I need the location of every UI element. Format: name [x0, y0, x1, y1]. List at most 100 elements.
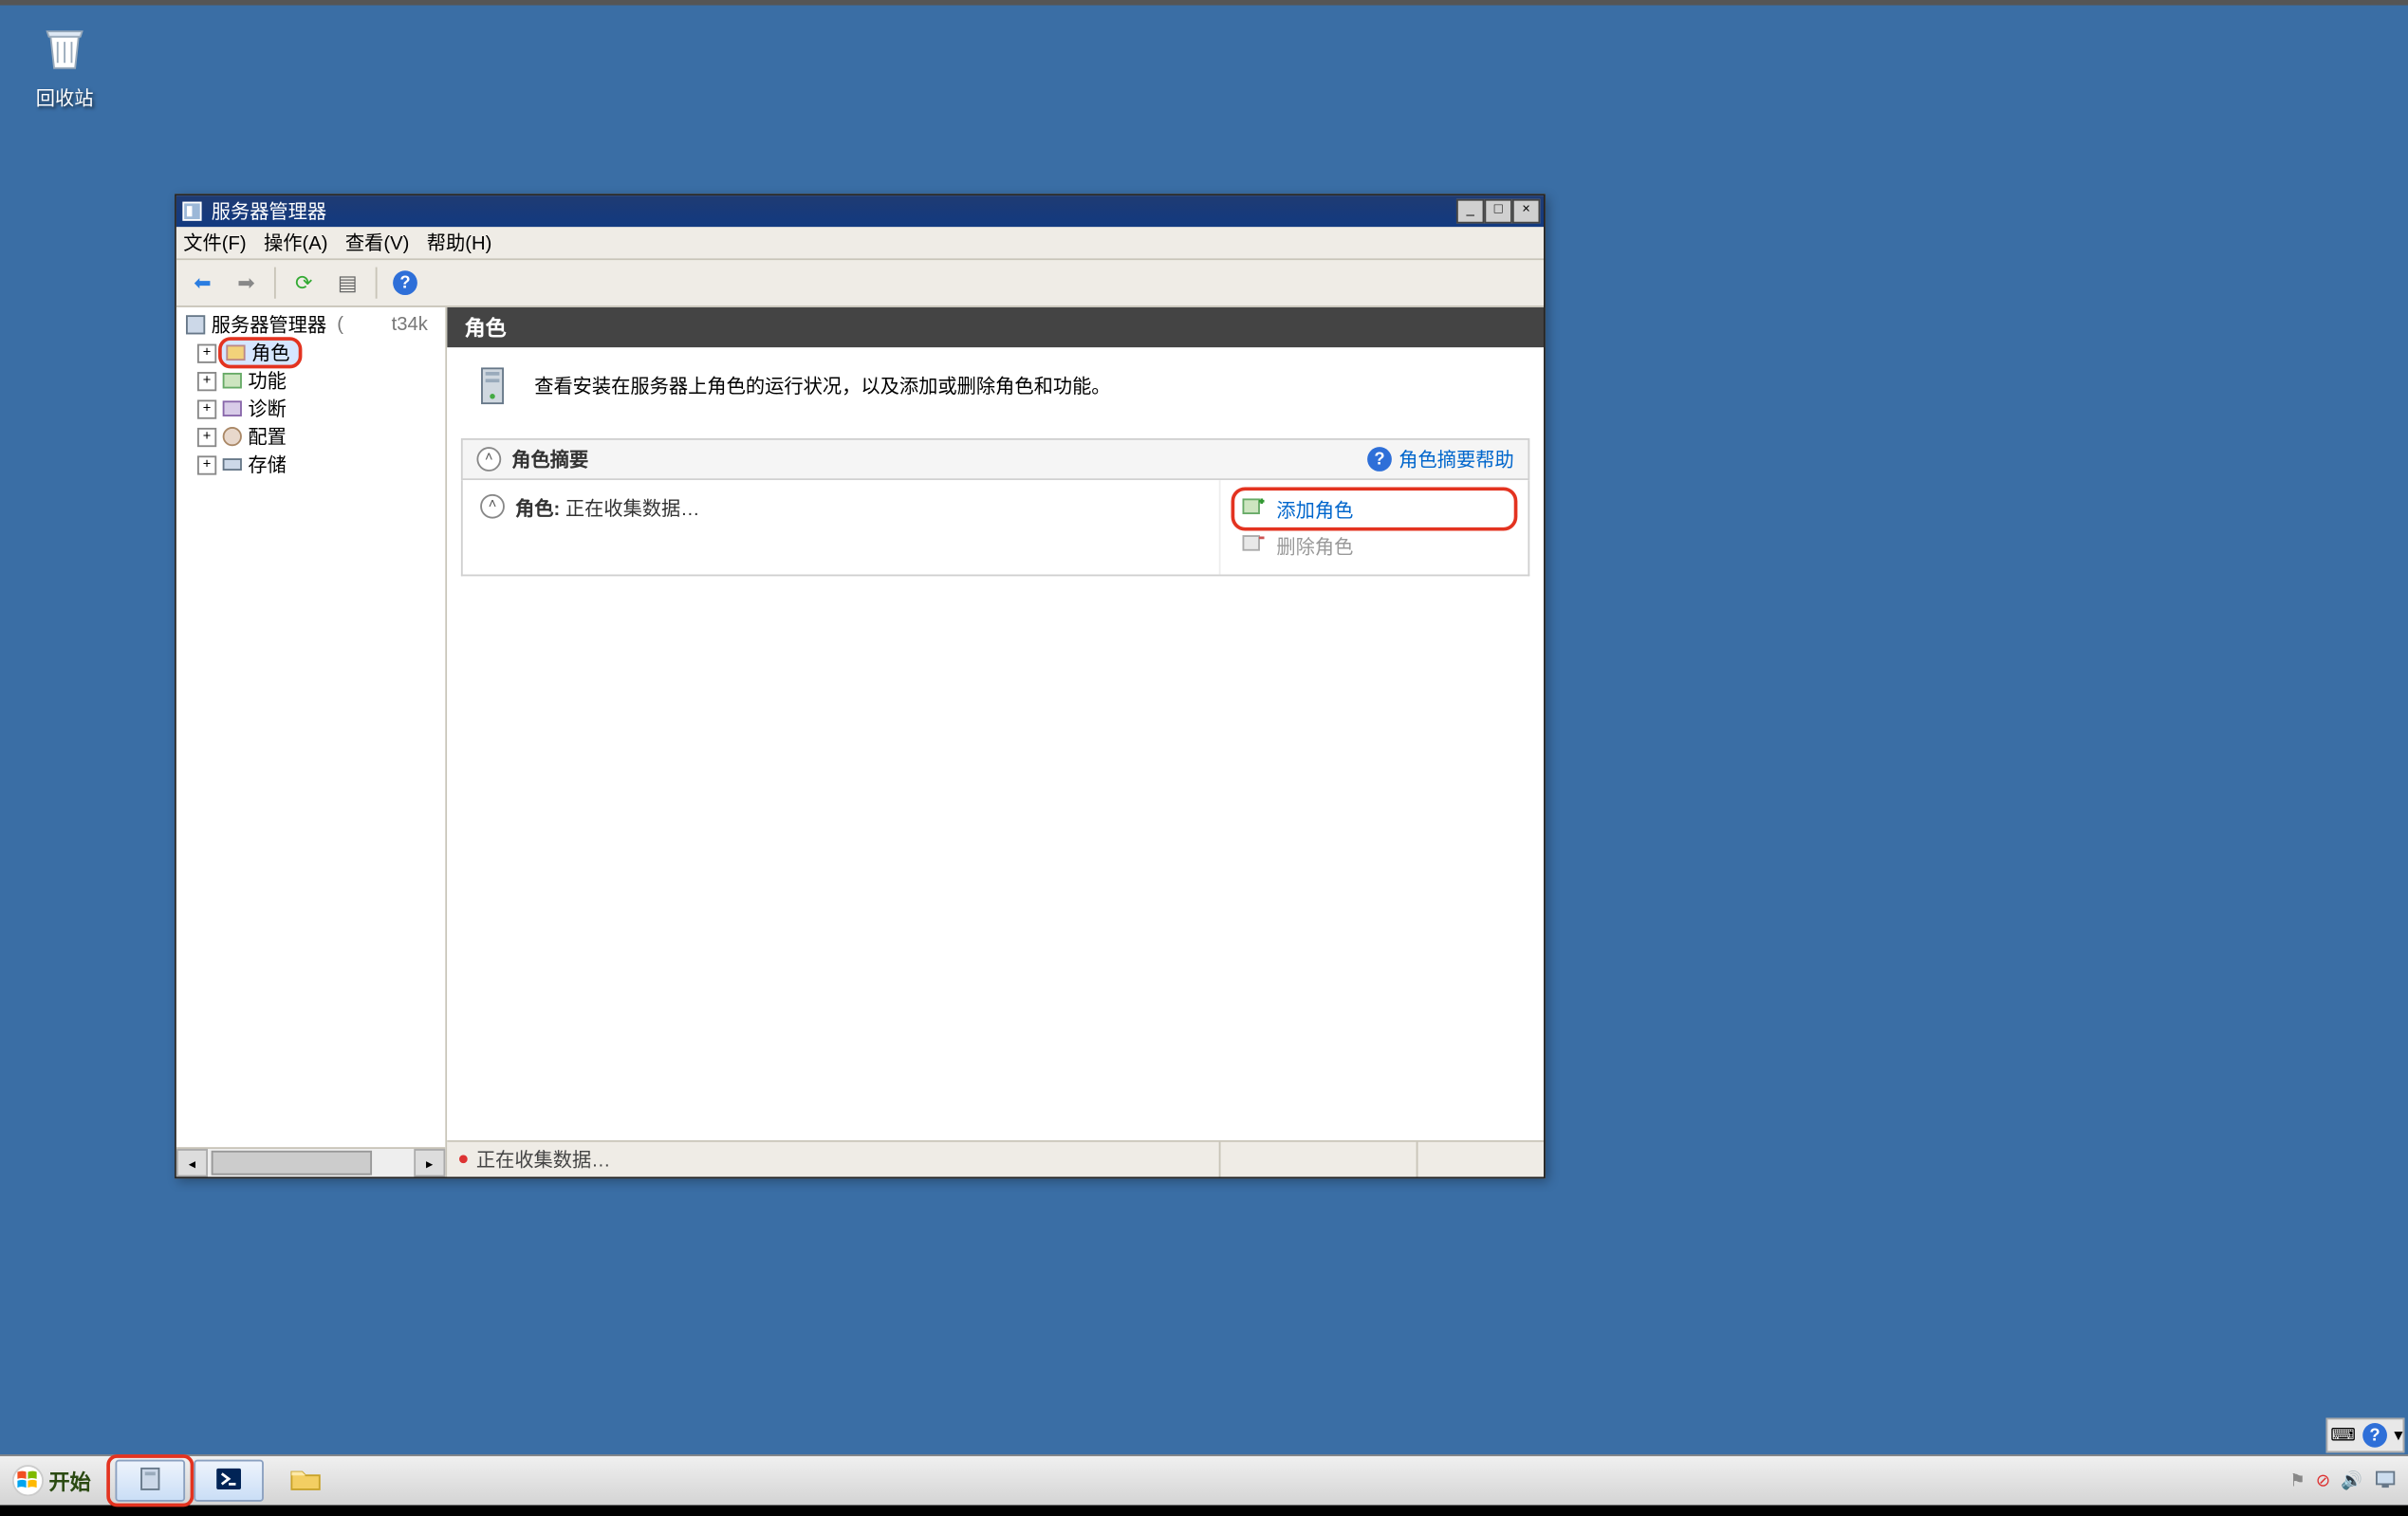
storage-icon: [220, 453, 245, 477]
toolbar: ⬅ ➡ ⟳ ▤ ?: [176, 260, 1544, 307]
tree-item-storage[interactable]: + 存储: [180, 451, 442, 478]
tray-network-icon[interactable]: [2373, 1466, 2398, 1495]
collapse-icon[interactable]: ˄: [476, 447, 501, 471]
roles-label: 角色:: [515, 499, 560, 520]
tray-alert-icon[interactable]: ⊘: [2316, 1471, 2330, 1490]
system-tray[interactable]: ⚑ ⊘ 🔊: [2279, 1466, 2408, 1495]
server-tower-icon: [468, 361, 517, 411]
tree-root-suffix: ( t34k: [337, 314, 428, 335]
task-explorer[interactable]: [270, 1460, 341, 1502]
menubar: 文件(F) 操作(A) 查看(V) 帮助(H): [176, 227, 1544, 260]
window-title: 服务器管理器: [212, 197, 1456, 225]
refresh-icon: ⟳: [295, 270, 313, 295]
server-manager-window: 服务器管理器 _ □ × 文件(F) 操作(A) 查看(V) 帮助(H) ⬅ ➡…: [175, 194, 1546, 1178]
start-button[interactable]: 开始: [6, 1461, 105, 1499]
task-powershell[interactable]: [194, 1460, 264, 1502]
menu-file[interactable]: 文件(F): [183, 229, 246, 256]
add-roles-label: 添加角色: [1276, 495, 1353, 523]
expand-icon[interactable]: +: [197, 427, 216, 446]
arrow-left-icon: ⬅: [194, 270, 212, 295]
diagnostics-icon: [220, 397, 245, 421]
scroll-thumb[interactable]: [212, 1151, 372, 1175]
statusbar-cell: [1417, 1142, 1544, 1177]
tray-flag-icon[interactable]: ⚑: [2289, 1471, 2306, 1490]
remove-roles-link[interactable]: 删除角色: [1234, 527, 1513, 564]
recycle-bin[interactable]: 回收站: [21, 19, 108, 112]
pane-header: 角色: [447, 307, 1544, 347]
server-manager-icon: [137, 1464, 164, 1497]
menu-help[interactable]: 帮助(H): [427, 229, 492, 256]
tree-item-diagnostics[interactable]: + 诊断: [180, 395, 442, 422]
section-header[interactable]: ˄ 角色摘要 ? 角色摘要帮助: [461, 438, 1529, 480]
expand-icon[interactable]: +: [197, 454, 216, 473]
taskbar: 开始 ⚑ ⊘ 🔊: [0, 1454, 2408, 1505]
section-body: ˄ 角色: 正在收集数据… 添加角色: [461, 480, 1529, 576]
windows-logo-icon: [12, 1465, 44, 1496]
help-link-label: 角色摘要帮助: [1398, 445, 1513, 472]
remove-icon: [1242, 531, 1267, 561]
expand-icon[interactable]: +: [197, 371, 216, 390]
refresh-button[interactable]: ⟳: [285, 264, 323, 302]
help-icon[interactable]: ?: [2362, 1423, 2387, 1448]
app-icon: [180, 199, 205, 224]
add-icon: [1242, 494, 1267, 524]
status-busy-icon: ●: [457, 1149, 469, 1170]
titlebar[interactable]: 服务器管理器 _ □ ×: [176, 195, 1544, 227]
recycle-bin-label: 回收站: [21, 83, 108, 111]
properties-icon: ▤: [338, 270, 358, 295]
maximize-button[interactable]: □: [1484, 199, 1511, 224]
statusbar: ● 正在收集数据…: [447, 1140, 1544, 1177]
scroll-left-icon[interactable]: ◂: [176, 1149, 208, 1176]
add-roles-link[interactable]: 添加角色: [1234, 490, 1513, 527]
language-bar[interactable]: ⌨ ? ▾: [2325, 1417, 2405, 1452]
expand-icon[interactable]: +: [197, 343, 216, 362]
properties-button[interactable]: ▤: [328, 264, 366, 302]
ime-icon[interactable]: ⌨: [2330, 1426, 2356, 1445]
tree-item-roles[interactable]: + 角色: [180, 339, 442, 366]
features-icon: [220, 368, 245, 393]
configuration-icon: [220, 424, 245, 449]
tree-root[interactable]: 服务器管理器 ( t34k: [180, 311, 442, 339]
options-icon[interactable]: ▾: [2394, 1426, 2399, 1445]
tree-roles-label: 角色: [251, 339, 289, 366]
toolbar-separator: [274, 268, 276, 299]
tree-item-configuration[interactable]: + 配置: [180, 422, 442, 450]
tree-storage-label: 存储: [248, 451, 286, 478]
tree-diagnostics-label: 诊断: [248, 395, 286, 422]
tree-features-label: 功能: [248, 367, 286, 395]
scroll-right-icon[interactable]: ▸: [414, 1149, 445, 1176]
start-label: 开始: [49, 1466, 91, 1495]
tree-configuration-label: 配置: [248, 422, 286, 450]
close-button[interactable]: ×: [1512, 199, 1540, 224]
menu-view[interactable]: 查看(V): [345, 229, 409, 256]
tree-root-label: 服务器管理器: [212, 311, 326, 339]
status-text: 正在收集数据…: [476, 1145, 611, 1173]
roles-status: 正在收集数据…: [565, 499, 700, 520]
content-pane: 角色 查看安装在服务器上角色的运行状况，以及添加或删除角色和功能。 ˄ 角色摘要…: [447, 307, 1544, 1177]
section-title: 角色摘要: [511, 445, 1367, 472]
tree-pane: 服务器管理器 ( t34k + 角色 + 功能: [176, 307, 447, 1177]
desktop[interactable]: 回收站 服务器管理器 _ □ × 文件(F) 操作(A) 查看(V) 帮助(H)…: [0, 0, 2408, 1506]
nav-back-button[interactable]: ⬅: [183, 264, 221, 302]
collapse-icon[interactable]: ˄: [480, 494, 505, 519]
help-button[interactable]: ?: [386, 264, 424, 302]
tray-volume-icon[interactable]: 🔊: [2341, 1471, 2362, 1490]
menu-action[interactable]: 操作(A): [264, 229, 327, 256]
folder-icon: [290, 1464, 322, 1497]
remove-roles-label: 删除角色: [1276, 531, 1353, 559]
expand-icon[interactable]: +: [197, 399, 216, 418]
task-server-manager[interactable]: [116, 1460, 186, 1502]
section-help-link[interactable]: ? 角色摘要帮助: [1367, 445, 1514, 472]
minimize-button[interactable]: _: [1456, 199, 1484, 224]
help-icon: ?: [393, 270, 417, 295]
recycle-bin-icon: [37, 60, 93, 81]
nav-forward-button[interactable]: ➡: [227, 264, 265, 302]
tree-hscrollbar[interactable]: ◂ ▸: [176, 1147, 445, 1176]
tree-item-features[interactable]: + 功能: [180, 367, 442, 395]
arrow-right-icon: ➡: [237, 270, 255, 295]
server-icon: [183, 312, 208, 337]
roles-icon: [224, 341, 249, 365]
statusbar-cell: [1219, 1142, 1417, 1177]
summary-text: 查看安装在服务器上角色的运行状况，以及添加或删除角色和功能。: [534, 372, 1110, 399]
task-highlight: [110, 1458, 191, 1504]
